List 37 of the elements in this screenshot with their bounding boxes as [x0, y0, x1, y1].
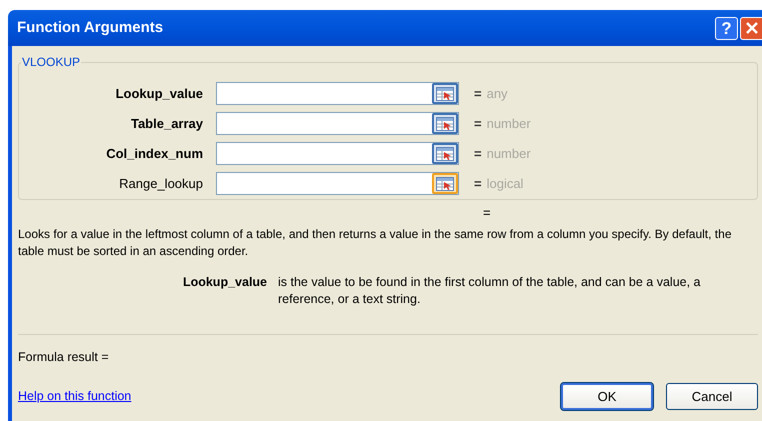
- range-picker-icon: [436, 116, 454, 130]
- argument-field[interactable]: [216, 82, 459, 105]
- argument-result: logical: [486, 174, 524, 193]
- argument-field[interactable]: [216, 172, 459, 195]
- argument-field[interactable]: [216, 142, 459, 165]
- range-picker-icon: [436, 176, 454, 190]
- argument-field[interactable]: [216, 112, 459, 135]
- argument-result: any: [486, 84, 508, 103]
- equals-sign: =: [474, 114, 482, 133]
- dialog-button[interactable]: OK: [561, 382, 653, 410]
- range-picker-icon: [436, 146, 454, 160]
- argument-label: Range_lookup: [118, 174, 204, 193]
- argument-label: Lookup_value: [114, 84, 204, 103]
- argument-help-text: is the value to be found in the first column of the table, and can be a value, a reference, or a text string.: [278, 274, 702, 308]
- range-picker-icon: [436, 86, 454, 100]
- range-picker-button[interactable]: [432, 83, 458, 104]
- equals-sign: =: [474, 84, 482, 103]
- equals-sign: =: [474, 174, 482, 193]
- function-description: Looks for a value in the leftmost column of a table, and then returns a value in the same row from a column you specify. By default, the table must be sorted in an ascending order.: [18, 226, 732, 260]
- help-link[interactable]: Help on this function: [18, 386, 132, 406]
- window-title: Function Arguments: [17, 18, 164, 38]
- equals-sign: =: [474, 144, 482, 163]
- range-picker-button[interactable]: [432, 173, 458, 194]
- help-button[interactable]: ?: [715, 16, 738, 40]
- argument-label: Col_index_num: [105, 144, 204, 163]
- close-icon: [744, 21, 758, 35]
- argument-label: Table_array: [130, 114, 204, 133]
- argument-help-name: Lookup_value: [182, 274, 268, 291]
- group-title: VLOOKUP: [21, 55, 82, 69]
- range-picker-button[interactable]: [432, 113, 458, 134]
- result-equals: =: [483, 204, 491, 222]
- close-button[interactable]: [740, 16, 762, 40]
- formula-result: Formula result =: [18, 349, 110, 366]
- dialog-button[interactable]: Cancel: [666, 382, 758, 410]
- range-picker-button[interactable]: [432, 143, 458, 164]
- argument-result: number: [486, 114, 531, 133]
- argument-result: number: [486, 144, 531, 163]
